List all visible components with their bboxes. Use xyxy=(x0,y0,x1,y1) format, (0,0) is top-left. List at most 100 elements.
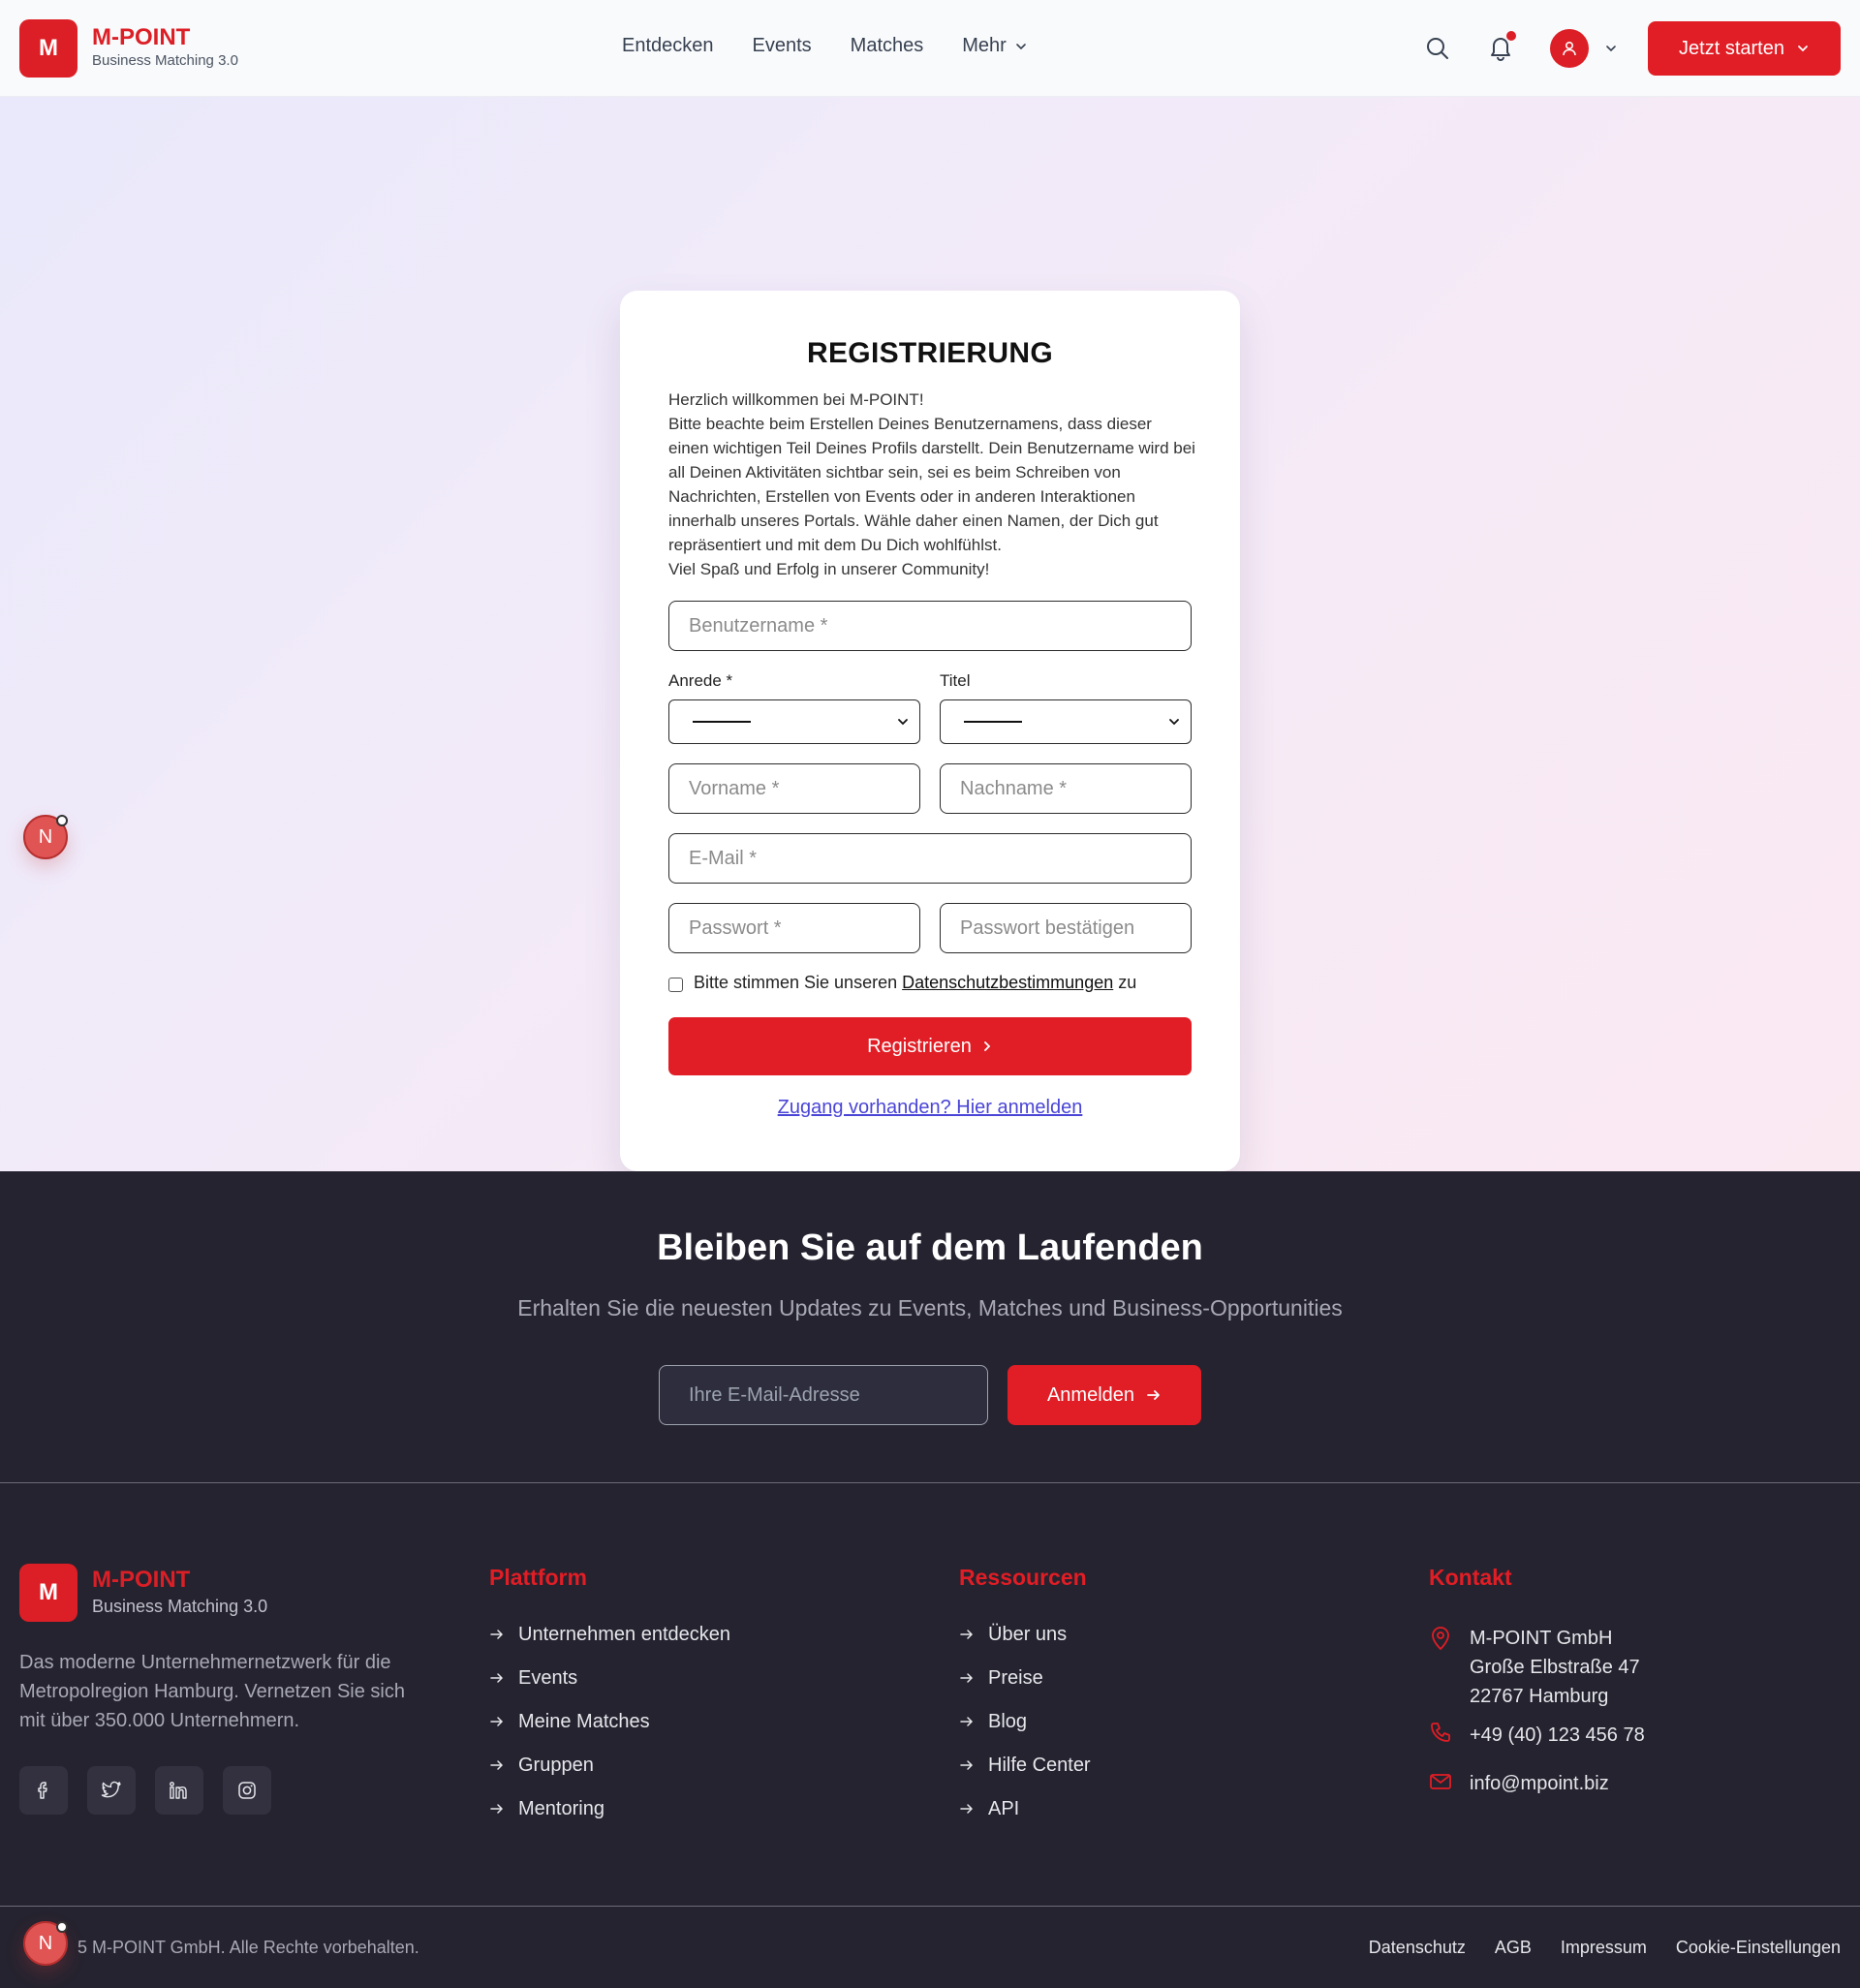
anrede-select[interactable] xyxy=(668,699,920,744)
titel-select[interactable] xyxy=(940,699,1192,744)
lastname-input[interactable]: Nachname * xyxy=(940,763,1192,814)
address-line-1: M-POINT GmbH xyxy=(1470,1628,1613,1649)
footer-link-label: Events xyxy=(518,1667,578,1689)
footer-link-ueber-uns[interactable]: Über uns xyxy=(959,1624,1091,1667)
site-footer: M M-POINT Business Matching 3.0 Das mode… xyxy=(0,1483,1860,1988)
arrow-right-icon xyxy=(490,1804,504,1814)
footer-link-label: Unternehmen entdecken xyxy=(518,1624,731,1645)
brand[interactable]: M-POINT Business Matching 3.0 xyxy=(92,24,238,71)
username-input[interactable]: Benutzername * xyxy=(668,601,1192,651)
newsletter-subscribe-button[interactable]: Anmelden xyxy=(1008,1365,1201,1425)
nav-matches[interactable]: Matches xyxy=(851,35,924,57)
privacy-policy-link[interactable]: Datenschutzbestimmungen xyxy=(902,973,1113,992)
floating-assistant-button[interactable]: N xyxy=(23,815,68,859)
arrow-right-icon xyxy=(960,1804,974,1814)
jetzt-starten-label: Jetzt starten xyxy=(1679,37,1784,59)
nav-mehr[interactable]: Mehr xyxy=(962,35,1028,57)
footer-logo-letter: M xyxy=(39,1579,58,1605)
floating-assistant-letter: N xyxy=(38,1932,53,1954)
facebook-icon[interactable] xyxy=(19,1766,68,1815)
footer-brand: M-POINT Business Matching 3.0 xyxy=(92,1567,267,1619)
footer-link-mentoring[interactable]: Mentoring xyxy=(489,1798,730,1842)
titel-label: Titel xyxy=(940,671,971,690)
nav-events[interactable]: Events xyxy=(753,35,812,57)
email-placeholder: E-Mail * xyxy=(689,847,758,869)
footer-link-label: API xyxy=(988,1798,1020,1819)
legal-datenschutz[interactable]: Datenschutz xyxy=(1369,1938,1466,1958)
registration-title: REGISTRIERUNG xyxy=(807,337,1053,369)
password-confirm-input[interactable]: Passwort bestätigen xyxy=(940,903,1192,953)
arrow-right-icon xyxy=(490,1673,504,1683)
footer-contact-title: Kontakt xyxy=(1429,1565,1512,1590)
registration-intro: Herzlich willkommen bei M-POINT! Bitte b… xyxy=(668,388,1196,581)
chevron-down-icon xyxy=(1798,46,1808,52)
legal-impressum[interactable]: Impressum xyxy=(1561,1938,1647,1958)
legal-agb[interactable]: AGB xyxy=(1495,1938,1532,1958)
footer-link-api[interactable]: API xyxy=(959,1798,1091,1842)
newsletter-email-input[interactable]: Ihre E-Mail-Adresse xyxy=(659,1365,988,1425)
instagram-icon[interactable] xyxy=(223,1766,271,1815)
intro-body: Bitte beachte beim Erstellen Deines Benu… xyxy=(668,415,1195,554)
anrede-empty-option xyxy=(693,721,751,723)
contact-phone-text: +49 (40) 123 456 78 xyxy=(1470,1724,1645,1746)
logo-mark[interactable]: M xyxy=(19,19,78,78)
user-menu-chevron-icon[interactable] xyxy=(1597,35,1625,62)
footer-link-label: Hilfe Center xyxy=(988,1755,1091,1776)
footer-link-preise[interactable]: Preise xyxy=(959,1667,1091,1711)
footer-link-matches[interactable]: Meine Matches xyxy=(489,1711,730,1755)
contact-email[interactable]: info@mpoint.biz xyxy=(1429,1769,1609,1798)
username-placeholder: Benutzername * xyxy=(689,614,828,637)
search-icon[interactable] xyxy=(1424,35,1451,62)
twitter-icon[interactable] xyxy=(87,1766,136,1815)
consent-pre: Bitte stimmen Sie unseren xyxy=(694,973,903,992)
footer-link-label: Meine Matches xyxy=(518,1711,650,1732)
footer-brand-name: M-POINT xyxy=(92,1567,191,1593)
newsletter-title: Bleiben Sie auf dem Laufenden xyxy=(657,1227,1203,1268)
email-input[interactable]: E-Mail * xyxy=(668,833,1192,884)
user-icon xyxy=(1563,41,1576,56)
notification-bell-icon[interactable] xyxy=(1487,31,1516,61)
footer-link-label: Mentoring xyxy=(518,1798,604,1819)
user-avatar[interactable] xyxy=(1550,29,1589,68)
arrow-right-icon xyxy=(490,1760,504,1770)
floating-badge-dot xyxy=(56,1921,68,1933)
footer-logo-mark[interactable]: M xyxy=(19,1564,78,1622)
arrow-right-icon xyxy=(960,1673,974,1683)
arrow-right-icon xyxy=(490,1630,504,1639)
arrow-right-icon xyxy=(960,1717,974,1726)
nav-entdecken[interactable]: Entdecken xyxy=(622,35,714,57)
legal-cookie-settings[interactable]: Cookie-Einstellungen xyxy=(1676,1938,1841,1958)
arrow-right-icon xyxy=(490,1717,504,1726)
intro-welcome: Herzlich willkommen bei M-POINT! xyxy=(668,390,924,409)
consent-post: zu xyxy=(1113,973,1137,992)
arrow-right-icon xyxy=(1147,1390,1160,1400)
nav-mehr-label: Mehr xyxy=(962,35,1007,56)
footer-link-blog[interactable]: Blog xyxy=(959,1711,1091,1755)
notification-dot xyxy=(1506,31,1516,41)
brand-name: M-POINT xyxy=(92,24,191,50)
floating-assistant-letter: N xyxy=(38,825,53,848)
newsletter-email-placeholder: Ihre E-Mail-Adresse xyxy=(689,1383,860,1406)
newsletter-subtitle: Erhalten Sie die neuesten Updates zu Eve… xyxy=(517,1295,1343,1320)
contact-phone[interactable]: +49 (40) 123 456 78 xyxy=(1429,1721,1645,1750)
register-button[interactable]: Registrieren xyxy=(668,1017,1192,1075)
footer-resources-list: Über uns Preise Blog Hilfe Center API xyxy=(959,1624,1091,1842)
password-input[interactable]: Passwort * xyxy=(668,903,920,953)
privacy-consent-checkbox[interactable] xyxy=(668,978,683,992)
legal-links: Datenschutz AGB Impressum Cookie-Einstel… xyxy=(1369,1938,1841,1958)
arrow-right-icon xyxy=(960,1630,974,1639)
footer-link-label: Blog xyxy=(988,1711,1028,1732)
footer-link-gruppen[interactable]: Gruppen xyxy=(489,1755,730,1798)
footer-link-hilfe[interactable]: Hilfe Center xyxy=(959,1755,1091,1798)
footer-link-unternehmen[interactable]: Unternehmen entdecken xyxy=(489,1624,730,1667)
floating-badge-dot xyxy=(56,815,68,826)
jetzt-starten-button[interactable]: Jetzt starten xyxy=(1648,21,1841,76)
footer-link-events[interactable]: Events xyxy=(489,1667,730,1711)
address-line-3: 22767 Hamburg xyxy=(1470,1686,1609,1707)
password-placeholder: Passwort * xyxy=(689,916,782,939)
firstname-input[interactable]: Vorname * xyxy=(668,763,920,814)
login-link[interactable]: Zugang vorhanden? Hier anmelden xyxy=(620,1097,1240,1119)
floating-assistant-button-bottom[interactable]: N xyxy=(23,1921,68,1966)
footer-description: Das moderne Unternehmernetzwerk für die … xyxy=(19,1652,405,1731)
linkedin-icon[interactable] xyxy=(155,1766,203,1815)
